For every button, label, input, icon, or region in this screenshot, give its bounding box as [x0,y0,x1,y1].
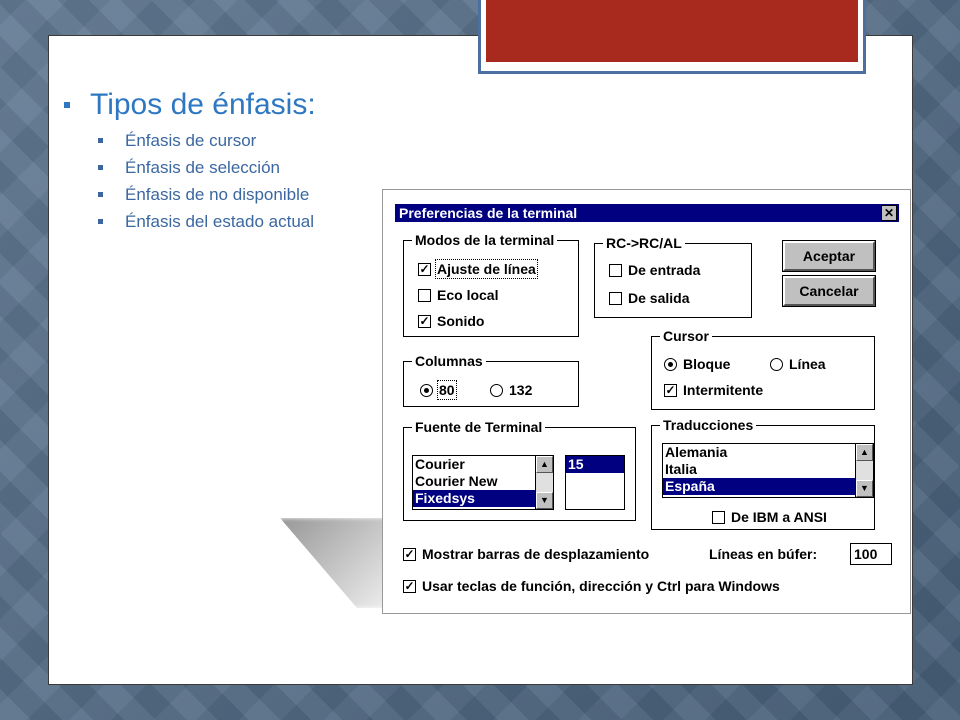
dialog-titlebar: Preferencias de la terminal ✕ [395,204,899,222]
checkbox-checked-icon[interactable]: ✓ [418,314,431,328]
lineas-bufer-label: Líneas en búfer: [709,546,818,562]
radio-icon[interactable] [490,383,503,397]
close-icon[interactable]: ✕ [881,205,897,221]
traducciones-group: Traducciones Alemania Italia España ▲ ▼ … [651,416,875,530]
title-banner [486,0,858,62]
columnas-label: Columnas [412,352,486,370]
bullet-square-icon [98,138,103,143]
bullet-item: Énfasis del estado actual [98,208,316,235]
columnas-group: Columnas 80 132 [403,352,579,407]
list-item[interactable]: España [663,478,873,495]
col132-radio[interactable]: 132 [490,380,532,400]
modos-label: Modos de la terminal [412,231,558,249]
entrada-checkbox[interactable]: De entrada [609,260,700,280]
cursor-label: Cursor [660,327,712,345]
list-item[interactable]: Fixedsys [413,490,553,507]
translation-listbox[interactable]: Alemania Italia España ▲ ▼ [662,443,874,498]
bloque-radio[interactable]: Bloque [664,354,730,374]
aceptar-button[interactable]: Aceptar [782,240,876,272]
radio-icon[interactable] [770,357,783,371]
bullet-heading: Tipos de énfasis: [64,88,316,122]
checkbox-icon[interactable] [712,510,725,524]
checkbox-checked-icon[interactable]: ✓ [403,547,416,561]
bullet-square-icon [98,192,103,197]
translation-scrollbar[interactable]: ▲ ▼ [855,444,873,497]
bullet-list: Tipos de énfasis: Énfasis de cursor Énfa… [64,88,316,235]
traducciones-label: Traducciones [660,416,757,434]
list-item[interactable]: Italia [663,461,873,478]
heading-text: Tipos de énfasis: [90,88,316,121]
fuente-label: Fuente de Terminal [412,418,546,436]
bullet-square-icon [98,219,103,224]
dialog-title: Preferencias de la terminal [399,205,578,221]
salida-checkbox[interactable]: De salida [609,288,689,308]
bullet-item: Énfasis de no disponible [98,181,316,208]
eco-checkbox[interactable]: Eco local [418,285,498,305]
size-listbox[interactable]: 15 [565,455,625,510]
checkbox-checked-icon[interactable]: ✓ [418,262,431,276]
col80-radio[interactable]: 80 [420,380,457,400]
scroll-down-icon[interactable]: ▼ [856,480,873,497]
linea-radio[interactable]: Línea [770,354,826,374]
usar-teclas-checkbox[interactable]: ✓ Usar teclas de función, dirección y Ct… [403,576,780,596]
fuente-group: Fuente de Terminal Courier Courier New F… [403,418,636,521]
radio-selected-icon[interactable] [420,383,433,397]
scroll-down-icon[interactable]: ▼ [536,492,553,509]
font-listbox[interactable]: Courier Courier New Fixedsys ▲ ▼ [412,455,554,510]
bullet-square-icon [98,165,103,170]
checkbox-icon[interactable] [609,291,622,305]
list-item[interactable]: Courier New [413,473,553,490]
bullet-item: Énfasis de cursor [98,127,316,154]
scroll-up-icon[interactable]: ▲ [536,456,553,473]
checkbox-checked-icon[interactable]: ✓ [664,383,677,397]
cursor-group: Cursor Bloque Línea ✓ Intermitente [651,327,875,410]
checkbox-checked-icon[interactable]: ✓ [403,579,416,593]
sonido-checkbox[interactable]: ✓ Sonido [418,311,484,331]
cancelar-button[interactable]: Cancelar [782,275,876,307]
font-scrollbar[interactable]: ▲ ▼ [535,456,553,509]
list-item[interactable]: 15 [566,456,624,473]
bullet-item: Énfasis de selección [98,154,316,181]
ibm-ansi-checkbox[interactable]: De IBM a ANSI [712,507,827,527]
lineas-bufer-input[interactable]: 100 [850,543,892,565]
rc-group: RC->RC/AL De entrada De salida [594,234,752,318]
mostrar-barras-checkbox[interactable]: ✓ Mostrar barras de desplazamiento [403,544,649,564]
rc-label: RC->RC/AL [603,234,685,252]
bullet-square-icon [64,102,70,108]
terminal-preferences-dialog: Preferencias de la terminal ✕ Modos de l… [382,189,911,614]
intermitente-checkbox[interactable]: ✓ Intermitente [664,380,763,400]
checkbox-icon[interactable] [609,263,622,277]
list-item[interactable]: Alemania [663,444,873,461]
list-item[interactable]: Courier [413,456,553,473]
modos-group: Modos de la terminal ✓ Ajuste de línea E… [403,231,579,337]
checkbox-icon[interactable] [418,288,431,302]
radio-selected-icon[interactable] [664,357,677,371]
scroll-up-icon[interactable]: ▲ [856,444,873,461]
ajuste-checkbox[interactable]: ✓ Ajuste de línea [418,259,538,279]
